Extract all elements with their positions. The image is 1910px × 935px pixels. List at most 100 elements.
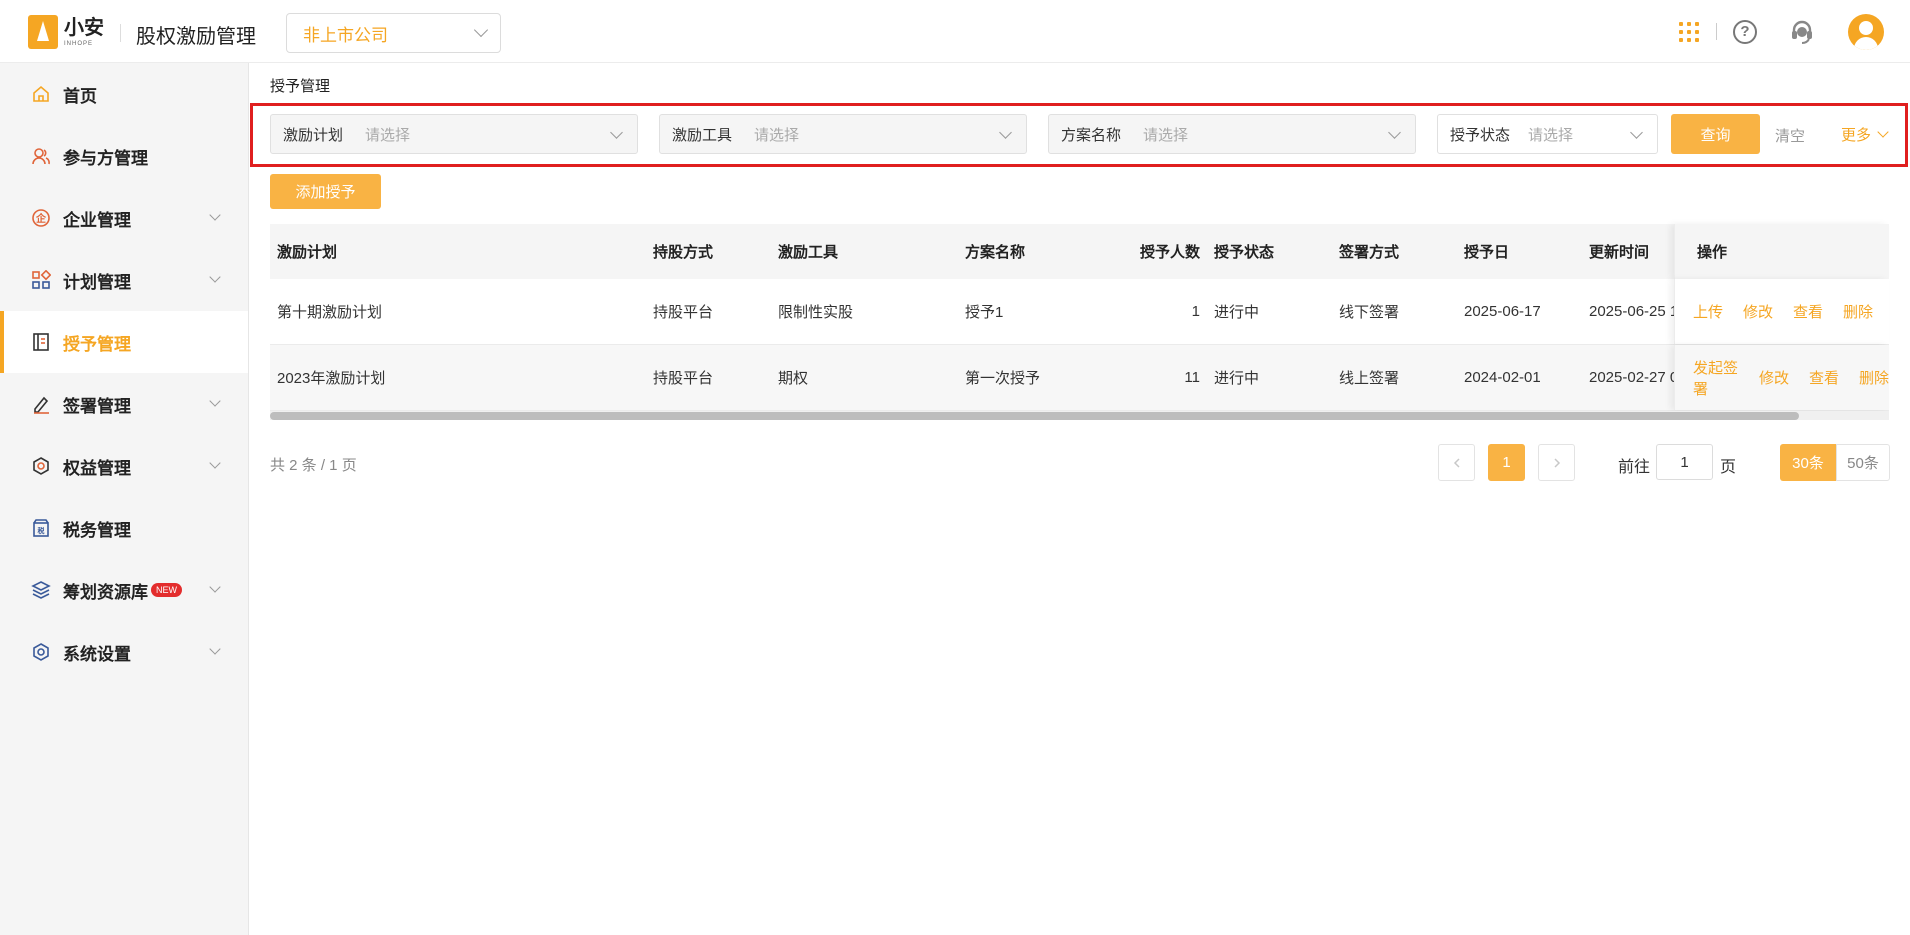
view-link[interactable]: 查看 (1793, 301, 1823, 322)
company-type-value: 非上市公司 (303, 25, 388, 45)
initiate-signing-link[interactable]: 发起签署 (1693, 357, 1753, 399)
chevron-down-icon (209, 643, 221, 655)
table-row: 2023年激励计划 持股平台 期权 第一次授予 11 进行中 线上签署 2024… (270, 345, 1889, 411)
chevron-down-icon (1630, 126, 1643, 139)
sidebar-item-tax[interactable]: 税 税务管理 (0, 497, 248, 559)
cell-grant-date: 2025-06-17 (1464, 303, 1541, 320)
help-icon[interactable]: ? (1733, 20, 1757, 44)
prev-page-button[interactable] (1438, 444, 1475, 481)
edit-link[interactable]: 修改 (1759, 367, 1789, 388)
chevron-down-icon (1877, 126, 1889, 138)
goto-page-input[interactable] (1656, 444, 1713, 480)
equity-icon (30, 456, 51, 477)
upload-link[interactable]: 上传 (1693, 301, 1723, 322)
sidebar-item-label: 签署管理 (63, 396, 131, 416)
horizontal-scrollbar[interactable] (270, 411, 1889, 420)
plan-grid-icon (30, 270, 51, 291)
table-row: 第十期激励计划 持股平台 限制性实股 授予1 1 进行中 线下签署 2025-0… (270, 279, 1889, 345)
cell-scheme: 授予1 (965, 304, 1004, 321)
goto-suffix: 页 (1720, 459, 1737, 476)
page-number-button[interactable]: 1 (1488, 444, 1525, 481)
app-title: 股权激励管理 (136, 26, 256, 48)
settings-icon (30, 642, 51, 663)
cell-updated: 2025-02-27 0 (1589, 369, 1679, 386)
sidebar-item-plans[interactable]: 计划管理 (0, 249, 248, 311)
cell-sign: 线上签署 (1339, 370, 1400, 387)
sidebar-item-enterprise[interactable]: 企 企业管理 (0, 187, 248, 249)
filter-placeholder: 请选择 (754, 126, 800, 144)
tax-icon: 税 (30, 518, 51, 539)
sidebar-item-participants[interactable]: 参与方管理 (0, 125, 248, 187)
sidebar-item-label: 计划管理 (63, 272, 131, 292)
column-header: 操作 (1697, 244, 1728, 261)
filter-incentive-plan[interactable]: 激励计划 请选择 (270, 114, 638, 154)
page-size-30-button[interactable]: 30条 (1780, 444, 1836, 481)
add-grant-button[interactable]: 添加授予 (270, 174, 381, 209)
filter-label: 激励工具 (672, 126, 733, 144)
svg-text:税: 税 (37, 526, 44, 535)
filter-incentive-tool[interactable]: 激励工具 请选择 (659, 114, 1027, 154)
cell-scheme: 第一次授予 (965, 370, 1041, 387)
delete-link[interactable]: 删除 (1859, 367, 1889, 388)
logo[interactable]: 小安 INHOPE (28, 14, 106, 50)
actions-column-header: 操作 (1674, 224, 1889, 279)
row-action-links: 发起签署 修改 查看 删除 (1693, 345, 1889, 410)
apps-grid-icon[interactable] (1679, 22, 1699, 42)
new-badge: NEW (151, 583, 182, 597)
cell-plan: 2023年激励计划 (277, 370, 386, 387)
sidebar-item-label: 税务管理 (63, 520, 131, 540)
sidebar-item-label: 权益管理 (63, 458, 131, 478)
grants-table: 激励计划 持股方式 激励工具 方案名称 授予人数 授予状态 签署方式 授予日 更… (270, 224, 1889, 420)
chevron-down-icon (999, 126, 1012, 139)
filter-placeholder: 请选择 (365, 126, 411, 144)
cell-sign: 线下签署 (1339, 304, 1400, 321)
view-link[interactable]: 查看 (1809, 367, 1839, 388)
sign-pen-icon (30, 394, 51, 415)
main-content: 授予管理 激励计划 请选择 激励工具 请选择 方案名称 请选择 授予状态 请选择… (250, 63, 1910, 935)
page-size-50-button[interactable]: 50条 (1836, 444, 1890, 481)
next-page-button[interactable] (1538, 444, 1575, 481)
cell-holding: 持股平台 (653, 370, 714, 387)
customer-service-icon[interactable] (1789, 19, 1815, 45)
filter-scheme-name[interactable]: 方案名称 请选择 (1048, 114, 1416, 154)
edit-link[interactable]: 修改 (1743, 301, 1773, 322)
cell-tool: 期权 (778, 370, 809, 387)
company-type-select[interactable]: 非上市公司 (286, 13, 501, 53)
filter-placeholder: 请选择 (1143, 126, 1189, 144)
delete-link[interactable]: 删除 (1843, 301, 1873, 322)
filter-grant-status[interactable]: 授予状态 请选择 (1437, 114, 1658, 154)
cell-updated: 2025-06-25 1 (1589, 303, 1679, 320)
filter-placeholder: 请选择 (1528, 126, 1574, 144)
header-icon-divider (1716, 23, 1717, 40)
sidebar-menu: 首页 参与方管理 企 企业管理 计划管理 授予管理 签署管理 权益管理 税 税务… (0, 63, 248, 683)
sidebar-item-label: 首页 (63, 86, 97, 106)
participants-icon (30, 146, 51, 167)
chevron-down-icon (209, 209, 221, 221)
clear-button[interactable]: 清空 (1775, 125, 1805, 146)
more-filters-button[interactable]: 更多 (1841, 124, 1889, 145)
cell-status: 进行中 (1214, 370, 1260, 387)
column-header: 更新时间 (1589, 244, 1650, 261)
scrollbar-thumb[interactable] (270, 412, 1799, 420)
more-label: 更多 (1841, 127, 1872, 144)
filter-label: 授予状态 (1450, 126, 1511, 144)
sidebar-item-label: 筹划资源库 (63, 582, 148, 602)
sidebar-item-grants[interactable]: 授予管理 (0, 311, 248, 373)
filter-label: 激励计划 (283, 126, 344, 144)
user-avatar-icon[interactable] (1848, 14, 1884, 50)
query-button[interactable]: 查询 (1671, 114, 1760, 154)
column-header: 激励计划 (277, 244, 338, 261)
column-header: 激励工具 (778, 244, 839, 261)
sidebar-item-signing[interactable]: 签署管理 (0, 373, 248, 435)
sidebar-item-settings[interactable]: 系统设置 (0, 621, 248, 683)
breadcrumb: 授予管理 (270, 78, 331, 95)
sidebar-item-equity[interactable]: 权益管理 (0, 435, 248, 497)
chevron-down-icon (209, 271, 221, 283)
layers-icon (30, 580, 51, 601)
cell-plan: 第十期激励计划 (277, 304, 383, 321)
cell-count: 1 (1191, 303, 1200, 320)
chevron-down-icon (209, 581, 221, 593)
sidebar-item-resources[interactable]: 筹划资源库 NEW (0, 559, 248, 621)
sidebar-item-home[interactable]: 首页 (0, 63, 248, 125)
column-header: 授予状态 (1214, 244, 1275, 261)
